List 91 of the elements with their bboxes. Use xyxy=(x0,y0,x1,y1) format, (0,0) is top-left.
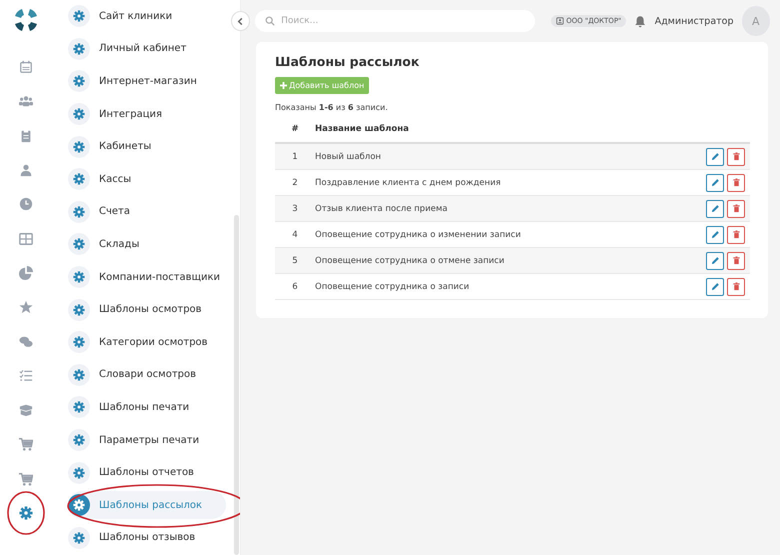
pencil-icon xyxy=(710,152,720,161)
row-number: 3 xyxy=(275,196,315,222)
trash-icon xyxy=(732,152,740,161)
clipboard-icon[interactable] xyxy=(19,128,33,143)
settings-icon xyxy=(73,532,85,544)
row-number: 5 xyxy=(275,248,315,274)
sidebar-item[interactable]: Кассы xyxy=(68,165,146,194)
edit-button[interactable] xyxy=(706,200,724,218)
pencil-icon xyxy=(710,178,720,187)
cart-icon[interactable] xyxy=(19,472,33,486)
settings-icon xyxy=(73,238,85,250)
person-icon[interactable] xyxy=(19,163,33,178)
users-icon[interactable] xyxy=(19,94,33,108)
template-name: Новый шаблон xyxy=(315,143,706,170)
user-name[interactable]: Администратор xyxy=(654,16,734,26)
edit-button[interactable] xyxy=(706,148,724,166)
edit-button[interactable] xyxy=(706,226,724,244)
settings-icon xyxy=(73,173,85,186)
pencil-icon xyxy=(710,204,720,213)
settings-icon xyxy=(73,75,85,88)
cart-icon[interactable] xyxy=(19,437,33,452)
settings-icon xyxy=(73,368,85,381)
delete-button[interactable] xyxy=(727,226,745,244)
sidebar-item[interactable]: Шаблоны отчетов xyxy=(68,458,208,487)
box-icon[interactable] xyxy=(19,403,33,418)
pencil-icon xyxy=(710,256,720,265)
delete-button[interactable] xyxy=(727,278,745,296)
trash-icon xyxy=(732,282,740,291)
pencil-icon xyxy=(710,282,720,291)
trash-icon xyxy=(732,178,740,187)
sidebar-item[interactable]: Шаблоны осмотров xyxy=(68,296,216,324)
sidebar-item[interactable]: Шаблоны рассылок xyxy=(68,491,226,520)
sidebar-item[interactable]: Счета xyxy=(68,198,144,226)
page-title: Шаблоны рассылок xyxy=(275,54,420,69)
collapse-button[interactable] xyxy=(231,11,250,31)
search-field[interactable]: Поиск... xyxy=(255,10,536,32)
trash-icon xyxy=(732,230,740,239)
sidebar-item[interactable]: Личный кабинет xyxy=(68,34,200,63)
sidebar-item[interactable]: Сайт клиники xyxy=(68,2,186,30)
records-summary: Показаны 1-6 из 6 записи. xyxy=(275,103,389,112)
list-icon[interactable] xyxy=(19,368,33,383)
sidebar-item[interactable]: Компании-поставщики xyxy=(68,263,234,292)
sidebar-item[interactable]: Шаблоны печати xyxy=(68,393,204,422)
settings-icon xyxy=(73,10,85,22)
settings-icon xyxy=(73,304,85,316)
settings-icon xyxy=(73,466,85,479)
sidebar-item[interactable]: Параметры печати xyxy=(68,426,214,454)
settings-icon xyxy=(73,271,85,284)
edit-button[interactable] xyxy=(706,174,724,192)
chevron-left-icon xyxy=(236,16,246,26)
calendar-icon[interactable] xyxy=(19,60,33,74)
logo-icon[interactable] xyxy=(12,6,40,34)
edit-button[interactable] xyxy=(706,278,724,296)
settings-icon xyxy=(73,499,85,512)
settings-icon[interactable] xyxy=(19,506,33,520)
sidebar-item[interactable]: Склады xyxy=(68,230,154,258)
delete-button[interactable] xyxy=(727,200,745,218)
pencil-icon xyxy=(710,230,720,239)
delete-button[interactable] xyxy=(727,174,745,192)
delete-button[interactable] xyxy=(727,148,745,166)
settings-icon xyxy=(73,434,85,446)
grid-icon[interactable] xyxy=(19,232,33,246)
sidebar-item[interactable]: Кабинеты xyxy=(68,132,166,161)
edit-button[interactable] xyxy=(706,252,724,270)
scrollbar[interactable] xyxy=(234,215,240,555)
template-name: Оповещение сотрудника о записи xyxy=(315,274,706,300)
settings-icon xyxy=(73,108,85,120)
settings-icon xyxy=(73,401,85,414)
settings-icon xyxy=(73,336,85,348)
settings-icon xyxy=(73,42,85,55)
delete-button[interactable] xyxy=(727,252,745,270)
row-number: 1 xyxy=(275,143,315,170)
trash-icon xyxy=(732,204,740,213)
settings-icon xyxy=(73,206,85,218)
trash-icon xyxy=(732,256,740,265)
star-icon[interactable] xyxy=(19,300,33,314)
template-name: Отзыв клиента после приема xyxy=(315,196,706,222)
sidebar-item[interactable]: Интеграция xyxy=(68,100,176,128)
bell-icon[interactable] xyxy=(634,14,647,28)
sidebar-item[interactable]: Словари осмотров xyxy=(68,360,210,389)
clock-icon[interactable] xyxy=(19,197,33,212)
sidebar-item[interactable]: Шаблоны отзывов xyxy=(68,524,210,552)
sidebar-item[interactable]: Интернет-магазин xyxy=(68,67,211,96)
id-card-icon xyxy=(556,17,564,25)
template-name: Оповещение сотрудника о отмене записи xyxy=(315,248,706,274)
settings-icon xyxy=(73,140,85,153)
sidebar-item[interactable]: Категории осмотров xyxy=(68,328,222,356)
pie-icon[interactable] xyxy=(19,266,33,280)
row-number: 6 xyxy=(275,274,315,300)
chat-icon[interactable] xyxy=(19,334,33,349)
plus-icon xyxy=(280,82,287,89)
